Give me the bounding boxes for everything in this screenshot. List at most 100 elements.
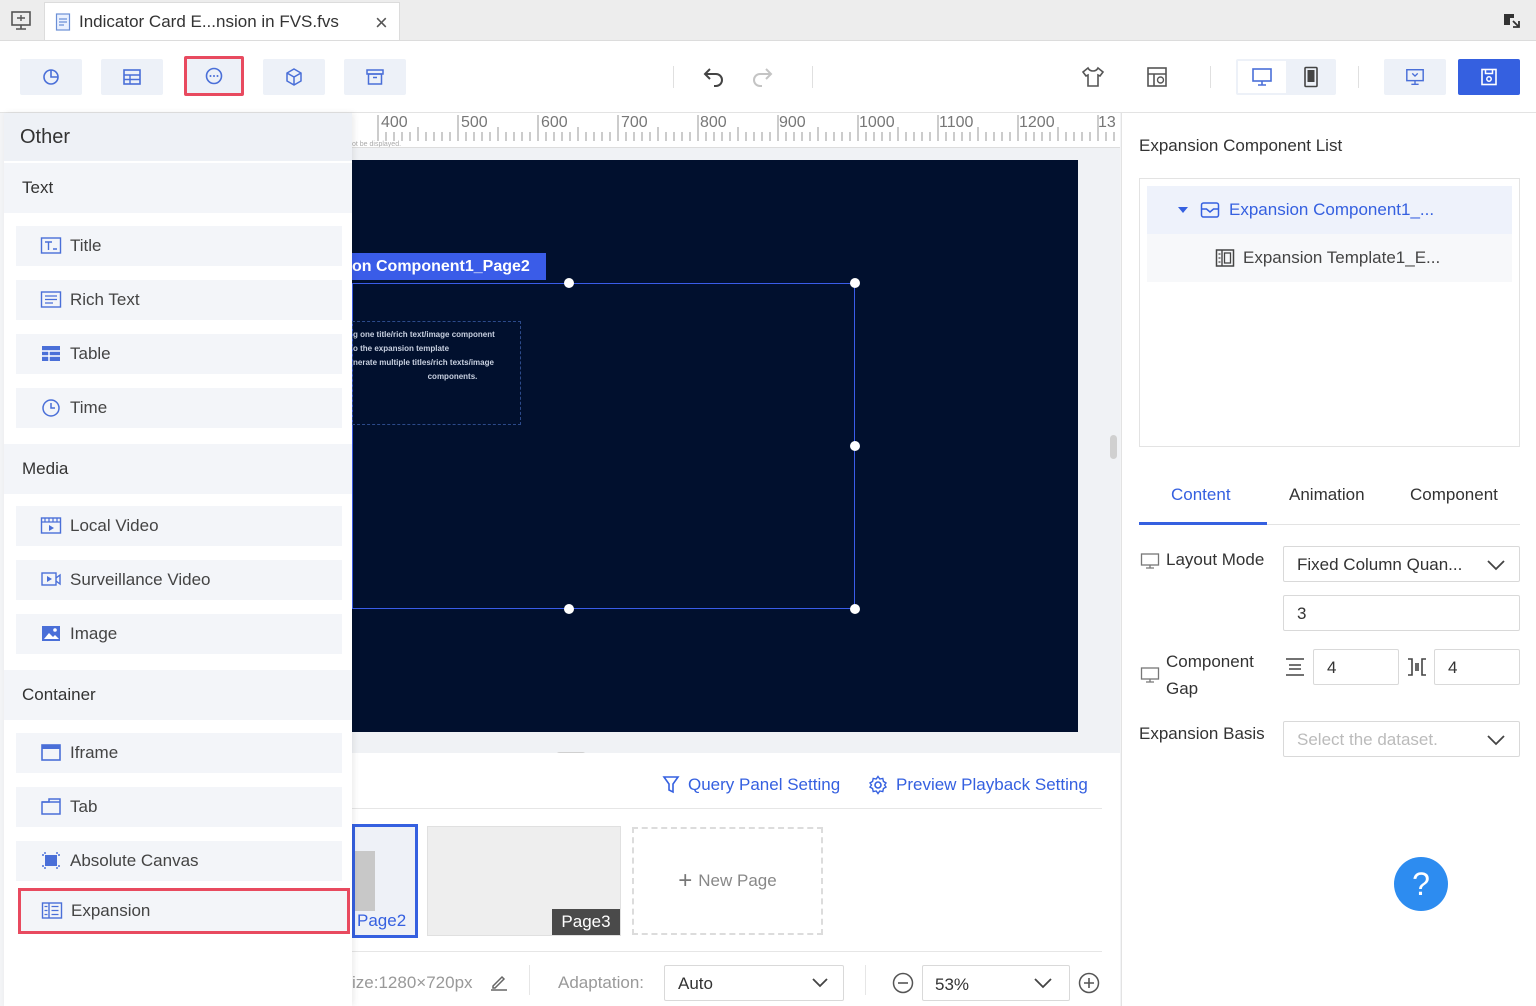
ruler-label: 600 (541, 114, 568, 131)
page-thumbnail-label: Page2 (357, 911, 407, 930)
more-components-button[interactable] (184, 56, 244, 96)
divider (529, 965, 530, 995)
plus-icon: + (678, 867, 693, 894)
component-item-title[interactable]: Title (16, 226, 342, 266)
undo-icon[interactable] (702, 65, 726, 90)
document-tab[interactable]: Indicator Card E...nsion in FVS.fvs × (44, 2, 400, 40)
section-header-media[interactable]: Media (4, 444, 352, 494)
window-menu-icon[interactable] (10, 9, 32, 34)
expansion-template-placeholder[interactable]: g one title/rich text/image component o … (352, 321, 521, 425)
query-panel-setting-label: Query Panel Setting (688, 775, 841, 794)
resize-handle[interactable] (564, 278, 574, 288)
caret-down-icon[interactable] (1177, 206, 1189, 214)
component-item-absolute-canvas[interactable]: Absolute Canvas (16, 841, 342, 881)
preview-button[interactable] (1384, 59, 1446, 95)
dashboard-stage[interactable]: on Component1_Page2 g one title/rich tex… (352, 160, 1078, 732)
page-thumbnail-page3[interactable]: Page3 (427, 826, 621, 936)
mobile-mode-button[interactable] (1288, 61, 1334, 93)
help-button[interactable]: ? (1394, 857, 1448, 911)
archive-button[interactable] (344, 59, 406, 95)
gear-icon (868, 775, 888, 795)
ruler-label: 800 (700, 114, 727, 131)
tree-node-parent[interactable]: Expansion Component1_... (1147, 186, 1512, 234)
component-item-label: Title (70, 236, 102, 255)
component-item-local-video[interactable]: Local Video (16, 506, 342, 546)
adaptation-label: Adaptation: (558, 973, 645, 992)
ruler-note: ot be displayed. (352, 141, 402, 148)
component-item-iframe[interactable]: Iframe (16, 733, 342, 773)
desktop-mode-button[interactable] (1238, 61, 1286, 93)
placeholder-line: o the expansion template (353, 344, 450, 353)
zoom-in-icon[interactable] (1078, 972, 1100, 997)
component-panel: Other Text Title Rich Text Table Time Me… (4, 113, 352, 1006)
component-item-table[interactable]: Table (16, 334, 342, 374)
adaptation-select[interactable]: Auto (664, 965, 844, 1001)
vertical-scrollbar[interactable] (1110, 435, 1117, 459)
tab-component[interactable]: Component (1410, 485, 1498, 505)
edit-size-icon[interactable] (489, 972, 509, 995)
page-thumbnail-label: Page3 (552, 909, 620, 935)
component-item-tab[interactable]: Tab (16, 787, 342, 827)
component-item-surveillance-video[interactable]: Surveillance Video (16, 560, 342, 600)
new-page-button[interactable]: + New Page (632, 827, 823, 935)
component-item-time[interactable]: Time (16, 388, 342, 428)
component-item-expansion[interactable]: Expansion (18, 888, 350, 934)
tree-node-label: Expansion Component1_... (1229, 200, 1435, 219)
main-toolbar (0, 41, 1536, 113)
horizontal-gap-input[interactable]: 4 (1434, 649, 1520, 685)
component-gap-label: Component (1166, 652, 1254, 671)
resize-handle[interactable] (850, 604, 860, 614)
tree-node-child[interactable]: Expansion Template1_E... (1147, 234, 1512, 282)
redo-icon[interactable] (750, 65, 774, 90)
tab-close-icon[interactable]: × (375, 10, 388, 36)
divider (352, 808, 1102, 809)
layout-mode-value: Fixed Column Quan... (1297, 555, 1463, 574)
query-panel-setting-link[interactable]: Query Panel Setting (662, 775, 840, 795)
placeholder-line: nerate multiple titles/rich texts/image (353, 358, 494, 367)
toolbar-separator (1358, 66, 1359, 88)
window-controls-icon[interactable] (1502, 11, 1522, 32)
vertical-gap-input[interactable]: 4 (1313, 649, 1399, 685)
zoom-out-icon[interactable] (892, 972, 914, 997)
expansion-container-icon (1200, 202, 1220, 218)
cube-icon (286, 68, 302, 86)
tab-animation[interactable]: Animation (1289, 485, 1365, 505)
table-button[interactable] (101, 59, 163, 95)
section-header-container[interactable]: Container (4, 670, 352, 720)
table-icon (42, 346, 60, 361)
component-item-rich-text[interactable]: Rich Text (16, 280, 342, 320)
layout-mode-label: Layout Mode (1166, 550, 1265, 569)
filter-icon (662, 776, 680, 794)
theme-icon[interactable] (1081, 65, 1105, 92)
component-item-label: Local Video (70, 516, 159, 535)
save-icon (1481, 68, 1497, 86)
template-icon (1215, 249, 1235, 267)
rich-text-icon (40, 291, 62, 308)
save-button[interactable] (1458, 59, 1520, 95)
chart-button[interactable] (20, 59, 82, 95)
3d-component-button[interactable] (263, 59, 325, 95)
expansion-basis-select[interactable]: Select the dataset. (1283, 721, 1520, 757)
resize-handle[interactable] (850, 441, 860, 451)
resize-handle[interactable] (850, 278, 860, 288)
expansion-basis-label: Expansion Basis (1139, 724, 1265, 743)
expansion-component-list-title: Expansion Component List (1139, 136, 1343, 155)
vertical-gap-icon (1286, 658, 1304, 676)
component-item-image[interactable]: Image (16, 614, 342, 654)
thumbnail-preview (355, 851, 375, 911)
panel-header: Other (4, 113, 352, 161)
section-header-text[interactable]: Text (4, 163, 352, 213)
tab-content[interactable]: Content (1171, 485, 1231, 505)
template-icon[interactable] (1145, 65, 1169, 92)
preview-playback-setting-link[interactable]: Preview Playback Setting (868, 775, 1088, 795)
page-thumbnail-page2[interactable]: Page2 (352, 824, 418, 938)
layout-mode-select[interactable]: Fixed Column Quan... (1283, 546, 1520, 582)
page-size-label: ize:1280×720px (352, 973, 473, 992)
zoom-select[interactable]: 53% (922, 965, 1070, 1001)
component-name-label[interactable]: on Component1_Page2 (352, 253, 546, 280)
chevron-down-icon (1034, 978, 1052, 989)
column-count-input[interactable]: 3 (1283, 595, 1520, 631)
ruler-label: 1100 (939, 114, 974, 131)
resize-handle[interactable] (564, 604, 574, 614)
expansion-icon (41, 902, 63, 919)
